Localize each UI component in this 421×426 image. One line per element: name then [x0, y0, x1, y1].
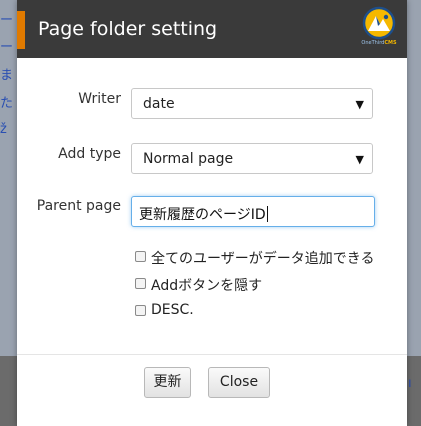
writer-select[interactable]: date ▼: [131, 88, 373, 119]
checkbox-icon[interactable]: [135, 305, 146, 316]
parent-page-input[interactable]: 更新履歴のページID: [131, 196, 375, 227]
writer-label: Writer: [78, 91, 121, 107]
close-button[interactable]: Close: [208, 367, 270, 398]
background-text: ž: [0, 122, 7, 137]
checkbox-label: Addボタンを隠す: [151, 278, 263, 294]
background-text: ー: [0, 13, 14, 28]
background-text: ー: [0, 40, 14, 55]
footer-divider: [17, 354, 407, 355]
dialog-title: Page folder setting: [38, 18, 218, 40]
background-text: ı: [408, 376, 412, 391]
dialog-header: Page folder setting OneThirdCMS: [17, 0, 407, 58]
add-type-select[interactable]: Normal page ▼: [131, 143, 373, 174]
checkbox-icon[interactable]: [135, 278, 146, 289]
update-button[interactable]: 更新: [144, 367, 191, 398]
checkbox-icon[interactable]: [135, 251, 146, 262]
checkbox-label: DESC.: [151, 302, 194, 318]
page-folder-setting-dialog: Page folder setting OneThirdCMS Writer d…: [17, 0, 407, 426]
writer-select-value: date: [143, 96, 175, 112]
header-accent-bar: [17, 11, 25, 49]
parent-page-label: Parent page: [36, 198, 121, 214]
dropdown-arrow-icon: ▼: [355, 153, 364, 166]
text-caret: [266, 206, 268, 222]
logo-text: OneThirdCMS: [361, 40, 397, 46]
background-text: ま: [0, 68, 14, 83]
add-type-select-value: Normal page: [143, 151, 234, 167]
dropdown-arrow-icon: ▼: [355, 98, 364, 111]
onethird-logo-icon: OneThirdCMS: [359, 6, 399, 52]
background-text: た: [0, 96, 14, 111]
checkbox-label: 全てのユーザーがデータ追加できる: [151, 251, 375, 267]
parent-page-input-value: 更新履歴のページID: [139, 207, 266, 223]
add-type-label: Add type: [58, 146, 121, 162]
